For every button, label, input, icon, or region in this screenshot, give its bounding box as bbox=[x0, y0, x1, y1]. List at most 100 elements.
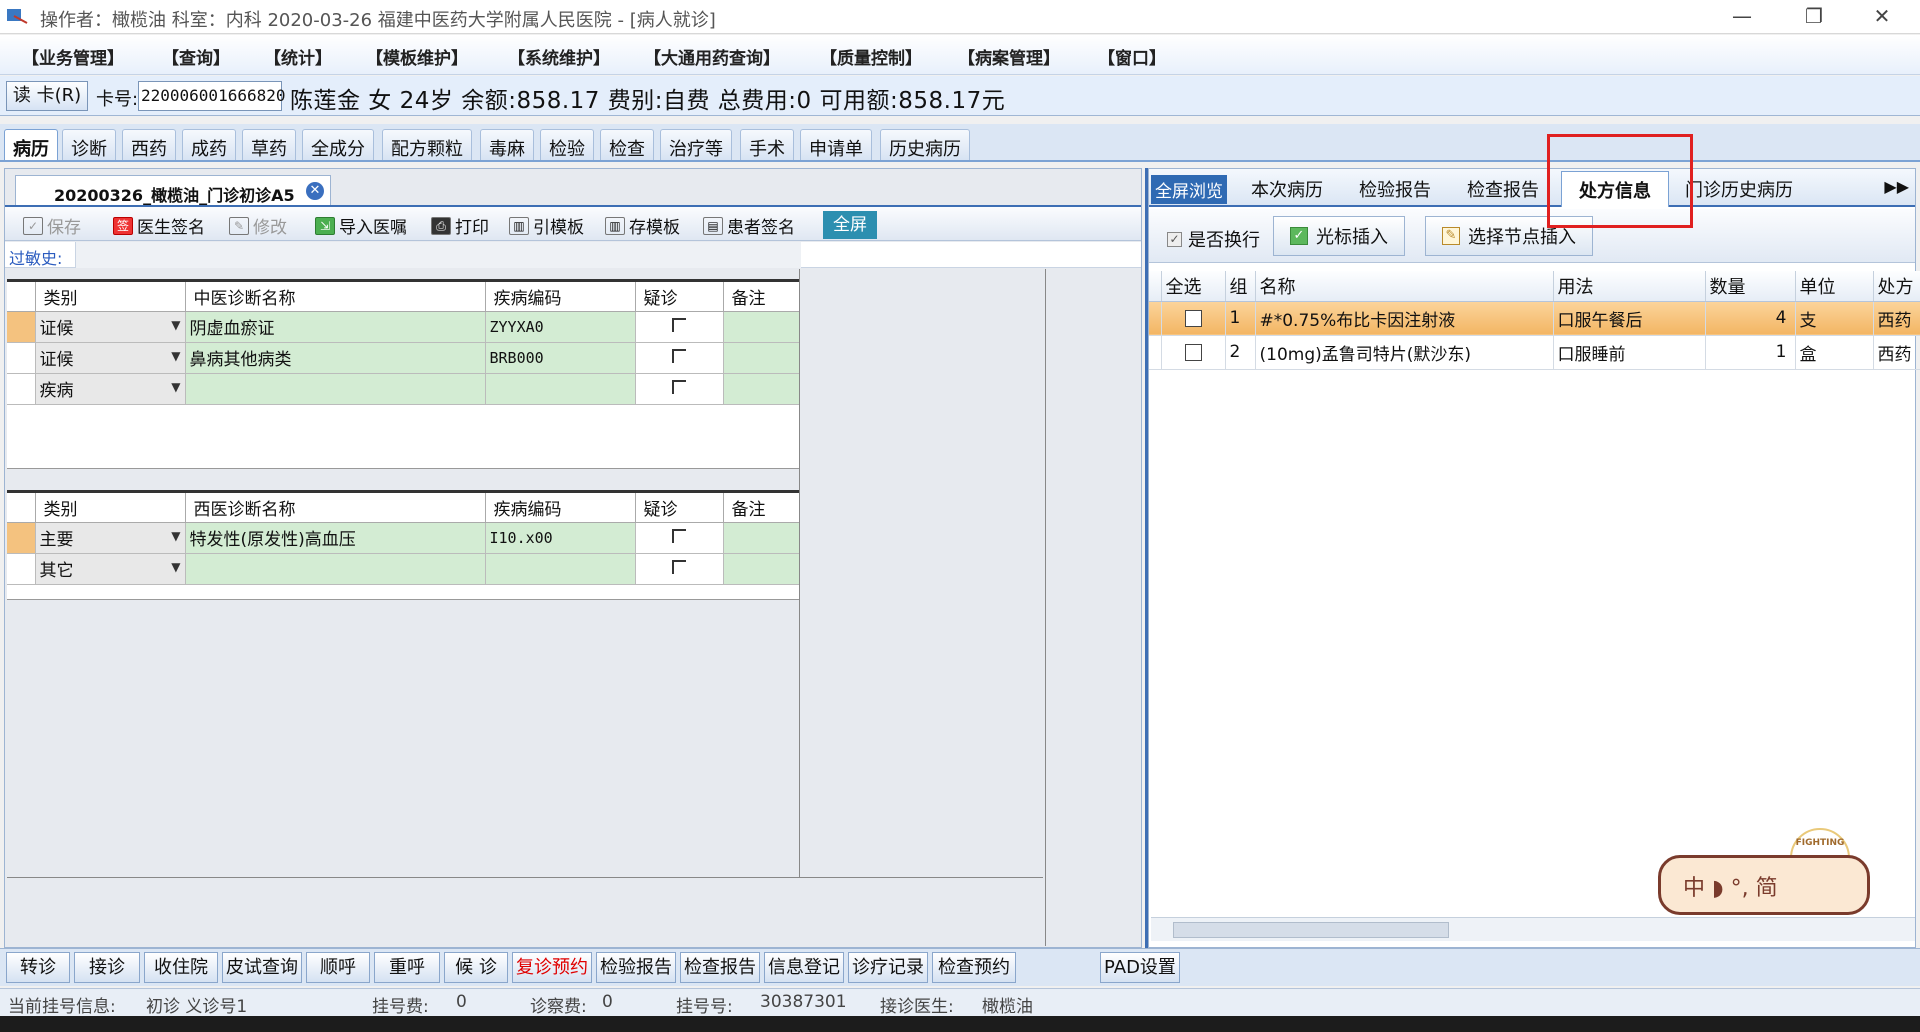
chevron-down-icon[interactable]: ▼ bbox=[171, 380, 180, 394]
horizontal-scrollbar[interactable] bbox=[1151, 917, 1915, 941]
waiting-button[interactable]: 候 诊 bbox=[444, 952, 508, 983]
tab-narcotics[interactable]: 毒麻 bbox=[480, 129, 534, 160]
menu-business[interactable]: 【业务管理】 bbox=[22, 44, 124, 69]
table-row[interactable]: 其它 ▼ bbox=[7, 553, 800, 585]
ref-template-button[interactable]: ▥ 引模板 bbox=[509, 213, 584, 238]
recall-button[interactable]: 重呼 bbox=[374, 952, 440, 983]
tab-request[interactable]: 申请单 bbox=[800, 129, 872, 160]
note-cell[interactable] bbox=[723, 373, 800, 405]
table-row[interactable]: 疾病 ▼ bbox=[7, 373, 800, 405]
accept-button[interactable]: 接诊 bbox=[74, 952, 140, 983]
chevron-down-icon[interactable]: ▼ bbox=[171, 529, 180, 543]
referral-button[interactable]: 转诊 bbox=[6, 952, 70, 983]
ime-toolbar[interactable]: 中 ◗ °, 简 bbox=[1658, 855, 1870, 915]
revisit-appointment-button[interactable]: 复诊预约 bbox=[512, 952, 592, 983]
table-row[interactable]: 1 #*0.75%布比卡因注射液 口服午餐后 4 支 西药 bbox=[1149, 301, 1920, 336]
chevron-down-icon[interactable]: ▼ bbox=[171, 560, 180, 574]
note-cell[interactable] bbox=[723, 553, 800, 585]
exam-appointment-button[interactable]: 检查预约 bbox=[932, 952, 1016, 983]
suspected-checkbox[interactable] bbox=[635, 553, 724, 585]
code-cell[interactable] bbox=[485, 553, 636, 585]
chevron-down-icon[interactable]: ▼ bbox=[171, 318, 180, 332]
menu-records[interactable]: 【病案管理】 bbox=[958, 44, 1060, 69]
tab-western-drug[interactable]: 西药 bbox=[122, 129, 176, 160]
tab-herbal[interactable]: 草药 bbox=[242, 129, 296, 160]
lab-report-button[interactable]: 检验报告 bbox=[596, 952, 676, 983]
call-next-button[interactable]: 顺呼 bbox=[306, 952, 370, 983]
suspected-checkbox[interactable] bbox=[635, 522, 724, 554]
allergy-input[interactable] bbox=[75, 242, 801, 268]
wrap-line-checkbox[interactable]: ✓ 是否换行 bbox=[1167, 226, 1260, 252]
info-register-button[interactable]: 信息登记 bbox=[764, 952, 844, 983]
fullscreen-button[interactable]: 全屏 bbox=[823, 211, 877, 239]
code-cell[interactable] bbox=[485, 373, 636, 405]
row-checkbox[interactable] bbox=[1161, 335, 1226, 370]
menu-system[interactable]: 【系统维护】 bbox=[508, 44, 610, 69]
tab-exam[interactable]: 检查 bbox=[600, 129, 654, 160]
type-select[interactable]: 疾病 ▼ bbox=[35, 373, 186, 405]
table-row[interactable]: 2 (10mg)孟鲁司特片(默沙东) 口服睡前 1 盒 西药 bbox=[1149, 335, 1920, 370]
cursor-insert-button[interactable]: ✓ 光标插入 bbox=[1273, 216, 1405, 256]
treatment-record-button[interactable]: 诊疗记录 bbox=[848, 952, 928, 983]
type-select[interactable]: 主要 ▼ bbox=[35, 522, 186, 554]
tab-all-components[interactable]: 全成分 bbox=[302, 129, 374, 160]
tab-diagnosis[interactable]: 诊断 bbox=[62, 129, 116, 160]
tab-lab[interactable]: 检验 bbox=[540, 129, 594, 160]
tab-lab-report[interactable]: 检验报告 bbox=[1359, 176, 1431, 202]
tab-record[interactable]: 病历 bbox=[4, 129, 58, 160]
code-cell[interactable]: ZYYXA0 bbox=[485, 311, 636, 343]
suspected-checkbox[interactable] bbox=[635, 342, 724, 374]
note-cell[interactable] bbox=[723, 522, 800, 554]
tab-surgery[interactable]: 手术 bbox=[740, 129, 794, 160]
modify-button[interactable]: ✎ 修改 bbox=[229, 213, 287, 238]
import-orders-button[interactable]: ⇲ 导入医嘱 bbox=[315, 213, 407, 238]
menu-window[interactable]: 【窗口】 bbox=[1098, 44, 1166, 69]
admit-button[interactable]: 收住院 bbox=[144, 952, 218, 983]
pad-settings-button[interactable]: PAD设置 bbox=[1100, 952, 1180, 983]
tab-outpatient-history[interactable]: 门诊历史病历 bbox=[1685, 176, 1793, 202]
close-tab-icon[interactable]: ✕ bbox=[306, 182, 324, 200]
tab-treatment[interactable]: 治疗等 bbox=[660, 129, 732, 160]
table-row[interactable]: 证候 ▼ 鼻病其他病类 BRB000 bbox=[7, 342, 800, 374]
tab-patent-drug[interactable]: 成药 bbox=[182, 129, 236, 160]
menu-quality[interactable]: 【质量控制】 bbox=[820, 44, 922, 69]
suspected-checkbox[interactable] bbox=[635, 311, 724, 343]
menu-query[interactable]: 【查询】 bbox=[162, 44, 230, 69]
tab-history[interactable]: 历史病历 bbox=[880, 129, 970, 160]
patient-sign-button[interactable]: ▤ 患者签名 bbox=[703, 213, 795, 238]
code-cell[interactable]: I10.x00 bbox=[485, 522, 636, 554]
code-cell[interactable]: BRB000 bbox=[485, 342, 636, 374]
menu-template[interactable]: 【模板维护】 bbox=[366, 44, 468, 69]
type-select[interactable]: 其它 ▼ bbox=[35, 553, 186, 585]
print-button[interactable]: ⎙ 打印 bbox=[431, 213, 489, 238]
table-row[interactable]: 主要 ▼ 特发性(原发性)高血压 I10.x00 bbox=[7, 522, 800, 554]
restore-button[interactable]: ❐ bbox=[1784, 0, 1844, 34]
row-checkbox[interactable] bbox=[1161, 301, 1226, 336]
save-button[interactable]: ✓ 保存 bbox=[23, 213, 81, 238]
record-editor-area[interactable] bbox=[7, 877, 1043, 945]
close-window-button[interactable]: ✕ bbox=[1852, 0, 1912, 34]
card-number-input[interactable]: 220006001666820 bbox=[138, 81, 286, 111]
diagnosis-name-cell[interactable]: 特发性(原发性)高血压 bbox=[185, 522, 486, 554]
chevron-down-icon[interactable]: ▼ bbox=[171, 349, 180, 363]
tab-fullscreen-browse[interactable]: 全屏浏览 bbox=[1151, 175, 1227, 204]
diagnosis-name-cell[interactable] bbox=[185, 373, 486, 405]
menu-stats[interactable]: 【统计】 bbox=[264, 44, 332, 69]
more-tabs-icon[interactable]: ▶▶ bbox=[1884, 177, 1909, 196]
skin-test-button[interactable]: 皮试查询 bbox=[222, 952, 302, 983]
minimize-button[interactable]: — bbox=[1712, 0, 1772, 34]
diagnosis-name-cell[interactable] bbox=[185, 553, 486, 585]
suspected-checkbox[interactable] bbox=[635, 373, 724, 405]
exam-report-button[interactable]: 检查报告 bbox=[680, 952, 760, 983]
menu-drug-query[interactable]: 【大通用药查询】 bbox=[644, 44, 780, 69]
scrollbar-thumb[interactable] bbox=[1173, 922, 1449, 938]
select-all-header[interactable]: 全选 bbox=[1161, 271, 1226, 302]
record-document-tab[interactable]: 20200326_橄榄油_门诊初诊A5 ✕ bbox=[15, 175, 331, 205]
note-cell[interactable] bbox=[723, 311, 800, 343]
tab-granules[interactable]: 配方颗粒 bbox=[382, 129, 472, 160]
tab-exam-report[interactable]: 检查报告 bbox=[1467, 176, 1539, 202]
doctor-sign-button[interactable]: 签医生签名 bbox=[113, 213, 205, 238]
save-template-button[interactable]: ▥ 存模板 bbox=[605, 213, 680, 238]
diagnosis-name-cell[interactable]: 鼻病其他病类 bbox=[185, 342, 486, 374]
tab-current-record[interactable]: 本次病历 bbox=[1251, 176, 1323, 202]
